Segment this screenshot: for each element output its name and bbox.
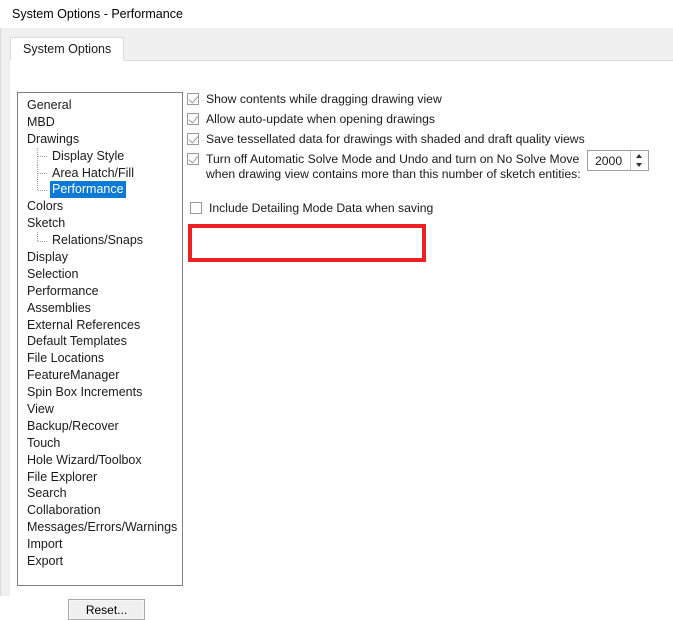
sidebar-item-file-locations[interactable]: File Locations <box>18 350 182 367</box>
sidebar-item-colors[interactable]: Colors <box>18 198 182 215</box>
sidebar-item-import[interactable]: Import <box>18 536 182 553</box>
sidebar-item-file-explorer[interactable]: File Explorer <box>18 469 182 486</box>
option-label-show-contents-while-dragging: Show contents while dragging drawing vie… <box>206 92 442 106</box>
sidebar-item-label: View <box>27 402 54 417</box>
stepper-buttons <box>630 151 648 170</box>
option-label-include-detailing-mode-data: Include Detailing Mode Data when saving <box>209 201 434 215</box>
window-title: System Options - Performance <box>12 7 183 21</box>
options-category-tree: General MBD Drawings Display Style Area Hatc… <box>18 97 182 570</box>
option-show-contents-while-dragging[interactable]: Show contents while dragging drawing vie… <box>186 92 442 111</box>
sidebar-item-sketch[interactable]: Sketch <box>18 215 182 232</box>
sidebar-item-spin-box-increments[interactable]: Spin Box Increments <box>18 384 182 401</box>
sidebar-item-area-hatch-fill[interactable]: Area Hatch/Fill <box>18 164 182 182</box>
sketch-entities-threshold-input[interactable]: 2000 <box>588 151 630 170</box>
sidebar-item-view[interactable]: View <box>18 401 182 418</box>
sidebar-item-label: Backup/Recover <box>27 418 119 433</box>
checkbox-save-tessellated-data[interactable] <box>187 133 199 145</box>
option-allow-auto-update[interactable]: Allow auto-update when opening drawings <box>186 112 435 131</box>
sidebar-item-collaboration[interactable]: Collaboration <box>18 502 182 519</box>
sidebar-item-performance[interactable]: Performance <box>18 181 182 199</box>
sidebar-item-touch[interactable]: Touch <box>18 435 182 452</box>
sidebar-item-mbd[interactable]: MBD <box>18 114 182 131</box>
sidebar-item-label: Performance <box>50 181 126 199</box>
checkbox-allow-auto-update[interactable] <box>187 113 199 125</box>
sidebar-item-label: General <box>27 98 72 112</box>
sidebar-item-performance[interactable]: Performance <box>18 283 182 300</box>
sidebar-item-label: Display <box>27 250 68 265</box>
annotation-highlight-box <box>188 224 426 262</box>
tab-strip: System Options <box>10 37 673 61</box>
sketch-entities-threshold-stepper[interactable]: 2000 <box>587 150 649 171</box>
sidebar-item-featuremanager[interactable]: FeatureManager <box>18 367 182 384</box>
sidebar-item-hole-wizard-toolbox[interactable]: Hole Wizard/Toolbox <box>18 452 182 469</box>
sidebar-item-label: Area Hatch/Fill <box>52 165 134 180</box>
system-options-dialog: System Options - Performance System Opti… <box>0 0 673 620</box>
sidebar-item-label: Touch <box>27 435 61 450</box>
checkbox-show-contents-while-dragging[interactable] <box>187 93 199 105</box>
option-include-detailing-mode-data[interactable]: Include Detailing Mode Data when saving <box>189 201 433 220</box>
sidebar-item-drawings[interactable]: Drawings <box>18 131 182 148</box>
tab-system-options[interactable]: System Options <box>10 37 125 61</box>
sidebar-item-display-style[interactable]: Display Style <box>18 147 182 165</box>
sidebar-item-assemblies[interactable]: Assemblies <box>18 300 182 317</box>
dialog-body: System Options General MBD Drawings Display… <box>0 28 673 620</box>
content-pane: General MBD Drawings Display Style Area Hatc… <box>10 61 673 620</box>
sidebar-item-label: Drawings <box>27 131 80 146</box>
sidebar-item-label: Messages/Errors/Warnings <box>27 520 178 535</box>
sidebar-item-relations-snaps[interactable]: Relations/Snaps <box>18 232 182 249</box>
sidebar-item-general[interactable]: General <box>18 97 182 114</box>
sidebar-item-label: Relations/Snaps <box>52 233 144 248</box>
sidebar-item-label: Search <box>27 486 67 501</box>
options-category-list[interactable]: General MBD Drawings Display Style Area Hatc… <box>17 92 183 586</box>
option-label-allow-auto-update: Allow auto-update when opening drawings <box>206 112 436 126</box>
sidebar-item-label: Export <box>27 554 64 569</box>
sidebar-item-label: Hole Wizard/Toolbox <box>27 452 142 467</box>
option-label-line2: when drawing view contains more than thi… <box>206 167 581 181</box>
option-label-save-tessellated-data: Save tessellated data for drawings with … <box>206 132 585 146</box>
checkbox-include-detailing-mode-data[interactable] <box>190 202 202 214</box>
checkbox-turn-off-automatic-solve-mode[interactable] <box>187 153 199 165</box>
sidebar-item-default-templates[interactable]: Default Templates <box>18 333 182 350</box>
tab-system-options-label: System Options <box>23 42 112 56</box>
sidebar-item-export[interactable]: Export <box>18 553 182 570</box>
sidebar-item-label: Assemblies <box>27 300 91 315</box>
sidebar-item-label: Colors <box>27 199 64 214</box>
option-save-tessellated-data[interactable]: Save tessellated data for drawings with … <box>186 132 585 151</box>
sidebar-item-external-references[interactable]: External References <box>18 317 182 334</box>
title-bar: System Options - Performance <box>0 0 673 28</box>
option-label-line1: Turn off Automatic Solve Mode and Undo a… <box>206 152 580 166</box>
sidebar-item-label: Display Style <box>52 148 125 163</box>
sidebar-item-selection[interactable]: Selection <box>18 266 182 283</box>
sidebar-item-label: Default Templates <box>27 334 127 349</box>
sidebar-item-label: External References <box>27 317 141 332</box>
triangle-up-icon[interactable] <box>631 151 648 161</box>
option-label-turn-off-automatic-solve-mode: Turn off Automatic Solve Mode and Undo a… <box>206 152 581 182</box>
option-turn-off-automatic-solve-mode[interactable]: Turn off Automatic Solve Mode and Undo a… <box>186 152 581 182</box>
reset-button[interactable]: Reset... <box>68 599 145 620</box>
sidebar-item-label: Import <box>27 537 63 552</box>
sidebar-item-backup-recover[interactable]: Backup/Recover <box>18 418 182 435</box>
sidebar-item-display[interactable]: Display <box>18 249 182 266</box>
sidebar-item-label: File Explorer <box>27 469 98 484</box>
sidebar-item-search[interactable]: Search <box>18 485 182 502</box>
sidebar-item-label: Collaboration <box>27 503 101 518</box>
triangle-down-icon[interactable] <box>631 161 648 171</box>
sidebar-item-label: File Locations <box>27 351 105 366</box>
sidebar-item-label: FeatureManager <box>27 368 120 383</box>
sidebar-item-messages-errors-warnings[interactable]: Messages/Errors/Warnings <box>18 519 182 536</box>
reset-button-label: Reset... <box>85 602 128 617</box>
sidebar-item-label: Spin Box Increments <box>27 385 143 400</box>
sidebar-item-label: Selection <box>27 266 79 281</box>
sidebar-item-label: Sketch <box>27 216 66 231</box>
sidebar-item-label: Performance <box>27 283 99 298</box>
sidebar-item-label: MBD <box>27 114 55 129</box>
